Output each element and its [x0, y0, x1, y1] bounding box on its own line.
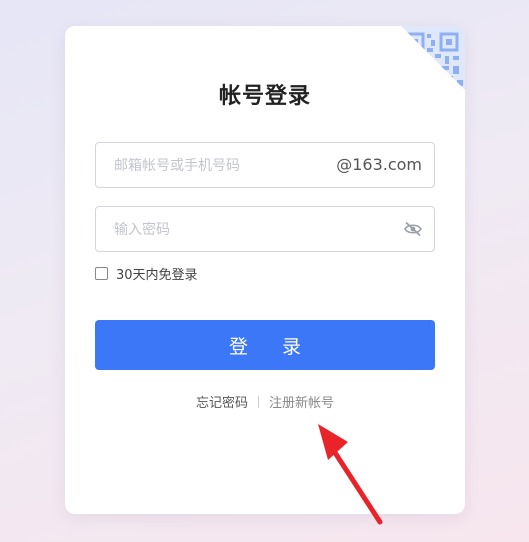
login-button[interactable]: 登 录	[95, 320, 435, 370]
forgot-password-link[interactable]: 忘记密码	[196, 392, 248, 411]
email-domain-suffix: @163.com	[336, 155, 422, 174]
link-separator	[258, 395, 259, 408]
footer-links: 忘记密码 注册新帐号	[65, 392, 465, 411]
red-arrow-icon	[318, 424, 383, 525]
remember-checkbox[interactable]	[95, 266, 108, 280]
email-input[interactable]	[112, 143, 336, 189]
password-input[interactable]	[112, 207, 336, 253]
page-title: 帐号登录	[218, 84, 311, 109]
login-card: 帐号登录 @163.com 30天内免登录 登 录 忘记密码 注册新帐号	[65, 26, 465, 514]
email-field[interactable]: @163.com	[95, 142, 435, 189]
password-field[interactable]	[95, 206, 435, 253]
eye-slash-icon[interactable]	[404, 221, 422, 237]
remember-me[interactable]: 30天内免登录	[95, 264, 198, 283]
remember-label: 30天内免登录	[116, 267, 198, 283]
register-link[interactable]: 注册新帐号	[269, 392, 334, 411]
